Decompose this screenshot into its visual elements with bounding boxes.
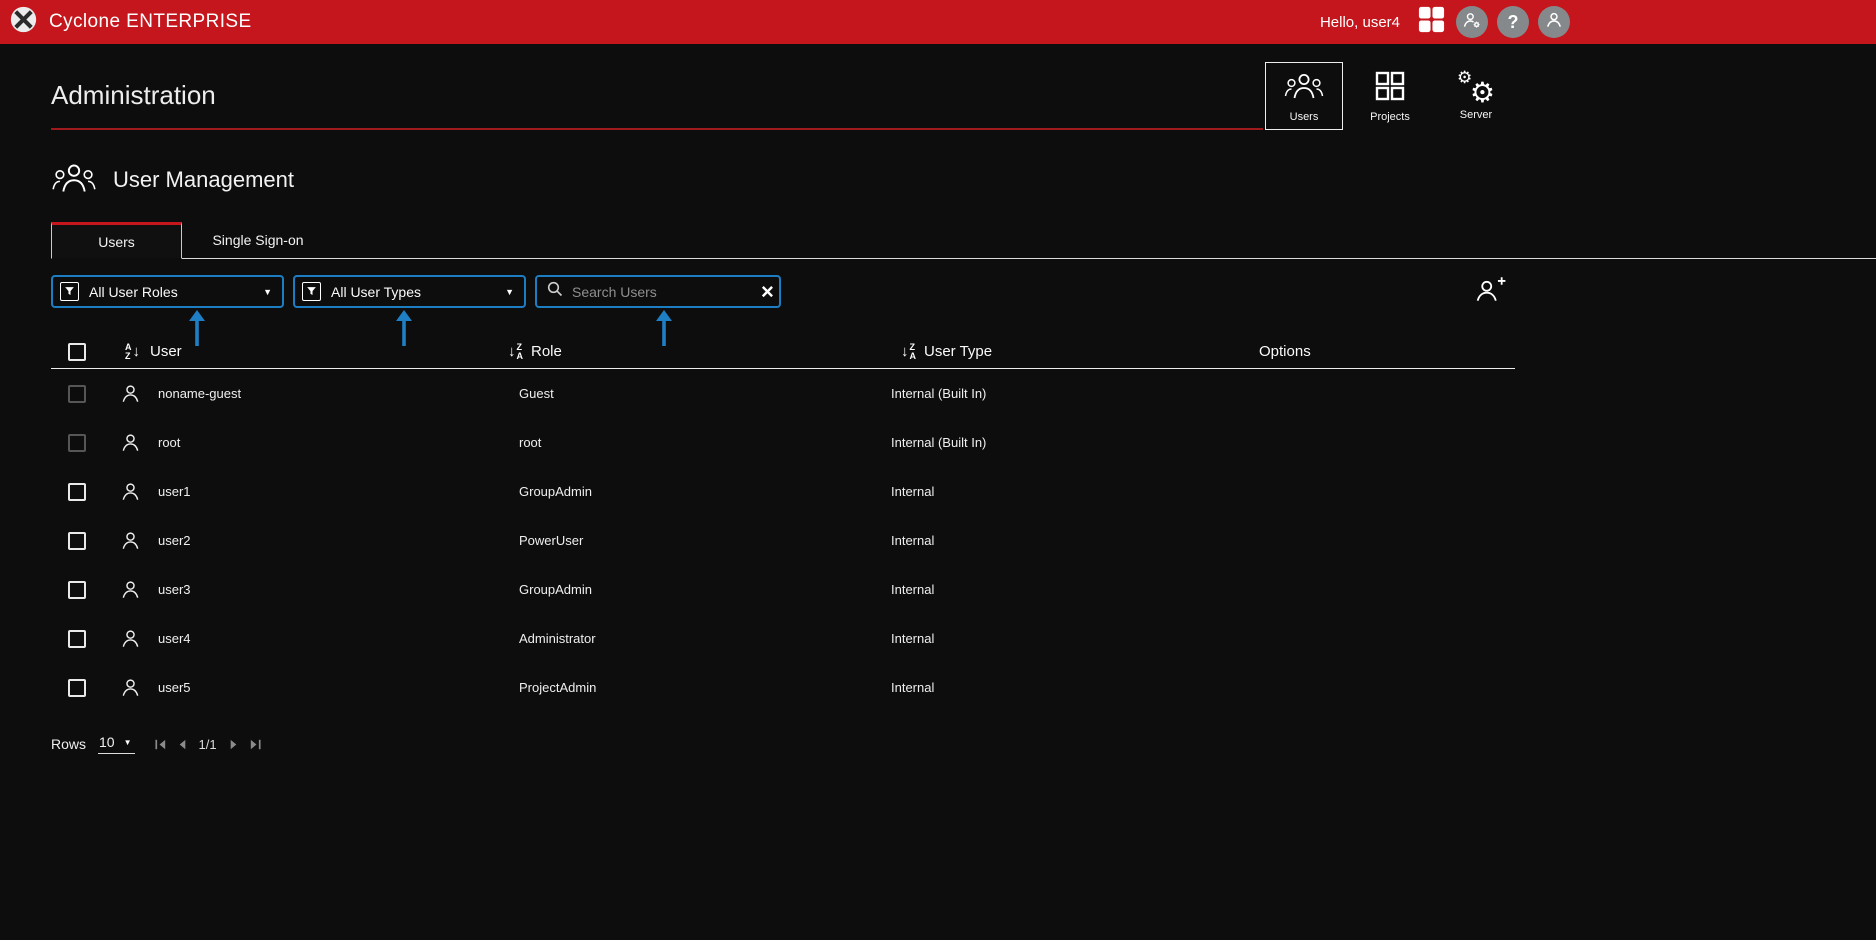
- user-row-icon: [119, 431, 142, 454]
- main-content: Administration Users: [0, 44, 1876, 754]
- sort-user-icon[interactable]: A Z ↓: [125, 343, 140, 361]
- row-checkbox: [68, 385, 86, 403]
- last-page-button[interactable]: [248, 737, 263, 752]
- filter-funnel-icon: [302, 282, 321, 301]
- filter-funnel-icon: [60, 282, 79, 301]
- rows-per-page-select[interactable]: 10 ▼: [98, 734, 135, 754]
- table-body: noname-guest Guest Internal (Built In) r…: [51, 369, 1515, 712]
- user-greeting: Hello, user4: [1320, 14, 1400, 31]
- person-icon: [1544, 10, 1564, 35]
- nav-projects-label: Projects: [1370, 111, 1410, 123]
- app-grid-button[interactable]: [1415, 6, 1447, 38]
- app-grid-icon: [1417, 5, 1446, 39]
- section-head: User Management: [51, 160, 1515, 200]
- next-page-button[interactable]: [226, 737, 241, 752]
- chevron-down-icon: ▼: [263, 287, 272, 297]
- user-types-filter-value: All User Types: [331, 284, 495, 300]
- nav-server-label: Server: [1460, 109, 1492, 121]
- chevron-down-icon: ▼: [124, 738, 132, 747]
- column-header-user: User: [150, 343, 182, 360]
- annotation-arrow-search: [656, 310, 672, 351]
- account-settings-button[interactable]: [1456, 6, 1488, 38]
- sort-type-icon[interactable]: ↓ Z A: [901, 343, 916, 361]
- filter-zone: All User Roles ▼ All User Types ▼ ×: [51, 275, 1515, 308]
- sort-role-icon[interactable]: ↓ Z A: [508, 343, 523, 361]
- user-row-icon: [119, 529, 142, 552]
- topbar: Cyclone ENTERPRISE Hello, user4: [0, 0, 1876, 44]
- user-row-icon: [119, 627, 142, 650]
- user-types-filter-dropdown[interactable]: All User Types ▼: [293, 275, 526, 308]
- annotation-arrow-types: [396, 310, 412, 351]
- search-icon: [546, 280, 564, 303]
- nav-users-label: Users: [1290, 111, 1319, 123]
- user-gear-icon: [1462, 10, 1482, 35]
- user-row-icon: [119, 480, 142, 503]
- tab-users[interactable]: Users: [51, 222, 182, 259]
- rows-label: Rows: [51, 736, 86, 752]
- table-row[interactable]: user3 GroupAdmin Internal: [51, 565, 1515, 614]
- table-row[interactable]: user4 Administrator Internal: [51, 614, 1515, 663]
- table-row[interactable]: root root Internal (Built In): [51, 418, 1515, 467]
- select-all-checkbox[interactable]: [68, 343, 86, 361]
- topbar-actions: Hello, user4 ?: [1320, 6, 1570, 38]
- projects-grid-icon: [1374, 70, 1406, 107]
- row-checkbox[interactable]: [68, 679, 86, 697]
- brand: Cyclone ENTERPRISE: [10, 6, 252, 38]
- row-checkbox[interactable]: [68, 532, 86, 550]
- question-mark-icon: ?: [1508, 12, 1519, 33]
- row-checkbox: [68, 434, 86, 452]
- table-row[interactable]: user1 GroupAdmin Internal: [51, 467, 1515, 516]
- admin-header: Administration Users: [51, 44, 1515, 134]
- prev-page-button[interactable]: [175, 737, 190, 752]
- add-user-button[interactable]: [1475, 276, 1507, 308]
- help-button[interactable]: ?: [1497, 6, 1529, 38]
- table-row[interactable]: user2 PowerUser Internal: [51, 516, 1515, 565]
- admin-nav: Users Projects ⚙ ⚙ Server: [1265, 62, 1515, 130]
- user-row-icon: [119, 578, 142, 601]
- first-page-button[interactable]: [153, 737, 168, 752]
- chevron-down-icon: ▼: [505, 287, 514, 297]
- user-roles-filter-dropdown[interactable]: All User Roles ▼: [51, 275, 284, 308]
- user-roles-filter-value: All User Roles: [89, 284, 253, 300]
- page-title: Administration: [51, 80, 216, 111]
- tabs: Users Single Sign-on: [51, 222, 1876, 259]
- page-indicator: 1/1: [199, 737, 217, 752]
- column-header-type: User Type: [924, 343, 992, 360]
- pagination-controls: 1/1: [153, 737, 263, 752]
- row-checkbox[interactable]: [68, 581, 86, 599]
- server-gears-icon: ⚙ ⚙: [1457, 71, 1495, 105]
- brand-name: Cyclone ENTERPRISE: [49, 11, 252, 33]
- user-row-icon: [119, 676, 142, 699]
- user-row-icon: [119, 382, 142, 405]
- tab-single-sign-on[interactable]: Single Sign-on: [182, 222, 334, 258]
- pagination-bar: Rows 10 ▼ 1/1: [51, 734, 1515, 754]
- title-underline: [51, 128, 1263, 130]
- profile-button[interactable]: [1538, 6, 1570, 38]
- filter-row: All User Roles ▼ All User Types ▼ ×: [51, 275, 1515, 308]
- row-checkbox[interactable]: [68, 483, 86, 501]
- users-group-icon: [1284, 70, 1324, 107]
- section-title: User Management: [113, 167, 294, 193]
- cyclone-logo-icon: [10, 6, 37, 38]
- users-table: A Z ↓ User ↓ Z A Role: [51, 335, 1515, 712]
- table-row[interactable]: user5 ProjectAdmin Internal: [51, 663, 1515, 712]
- table-row[interactable]: noname-guest Guest Internal (Built In): [51, 369, 1515, 418]
- nav-server-button[interactable]: ⚙ ⚙ Server: [1437, 62, 1515, 130]
- annotation-arrow-roles: [189, 310, 205, 351]
- column-header-options: Options: [1259, 343, 1311, 360]
- nav-projects-button[interactable]: Projects: [1351, 62, 1429, 130]
- search-users-box: ×: [535, 275, 781, 308]
- clear-search-icon[interactable]: ×: [761, 282, 774, 302]
- user-management-icon: [51, 160, 97, 201]
- table-header: A Z ↓ User ↓ Z A Role: [51, 335, 1515, 369]
- column-header-role: Role: [531, 343, 562, 360]
- search-users-input[interactable]: [572, 284, 753, 300]
- row-checkbox[interactable]: [68, 630, 86, 648]
- nav-users-button[interactable]: Users: [1265, 62, 1343, 130]
